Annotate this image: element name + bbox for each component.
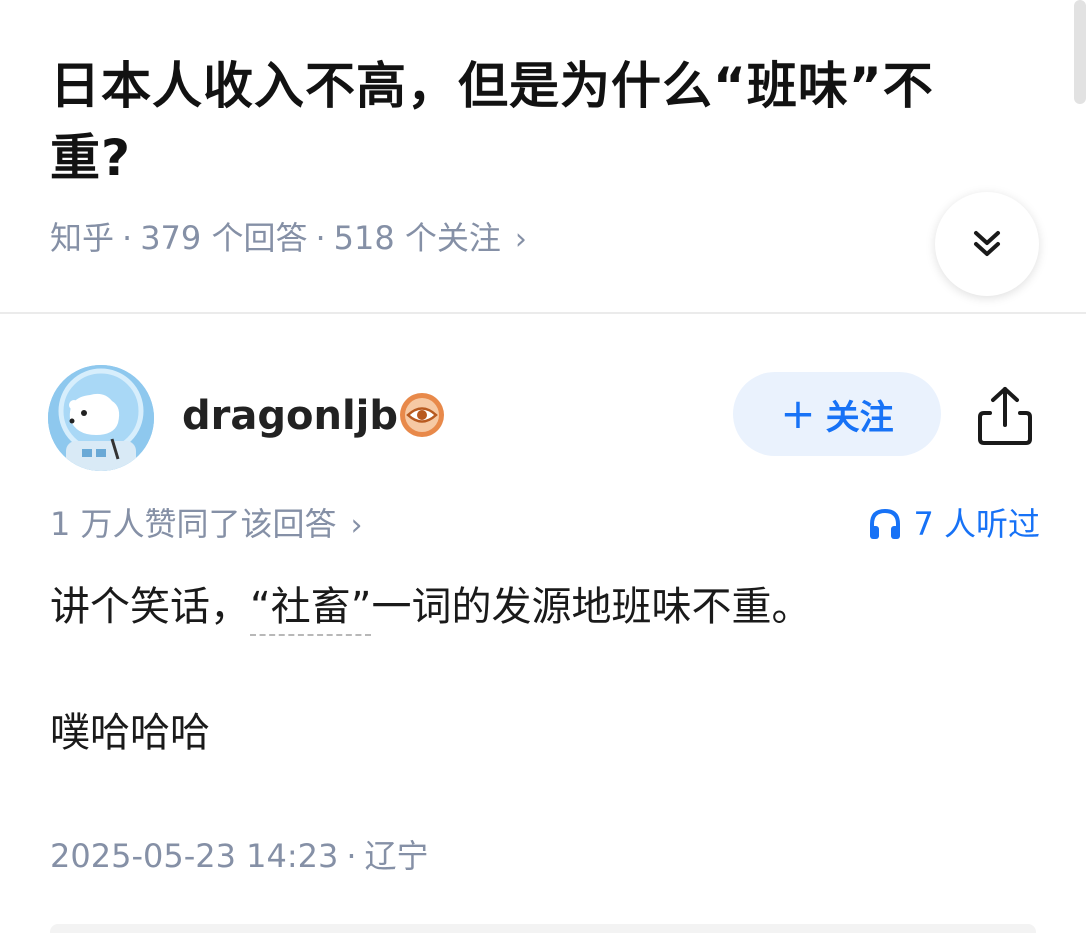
chevron-double-down-icon [974, 231, 1000, 256]
polar-bear-astronaut-avatar [48, 365, 154, 471]
avatar[interactable] [48, 365, 154, 471]
answer-meta: 2025-05-23 14:23 · 辽宁 [50, 831, 429, 881]
source-label: 知乎 [50, 219, 115, 257]
section-divider [0, 312, 1086, 314]
followers-count: 518 个关注 [333, 219, 501, 257]
chevron-right-icon: › [514, 222, 527, 257]
scrollbar[interactable] [1074, 0, 1086, 104]
question-title[interactable]: 日本人收入不高，但是为什么“班味”不重? [50, 50, 1010, 194]
meta-separator: · [346, 837, 357, 875]
follow-label: 关注 [825, 397, 894, 438]
meta-separator: · [315, 219, 326, 257]
likes-summary[interactable]: 1 万人赞同了该回答 › [50, 499, 363, 551]
answer-text: 一词的发源地班味不重。 [371, 584, 812, 630]
next-card-edge [50, 924, 1036, 933]
headphones-icon [870, 508, 901, 539]
keyword-link[interactable]: “社畜” [250, 584, 372, 636]
eye-badge-icon[interactable] [397, 390, 447, 440]
answer-paragraph: 讲个笑话，“社畜”一词的发源地班味不重。 [50, 578, 1050, 636]
answer-location: 辽宁 [364, 837, 429, 875]
answer-text: 讲个笑话， [50, 584, 250, 630]
question-meta[interactable]: 知乎 · 379 个回答 · 518 个关注 › [50, 213, 527, 265]
answer-datetime: 2025-05-23 14:23 [50, 837, 339, 875]
author-name[interactable]: dragonljb [182, 388, 398, 444]
likes-count: 1 万人赞同了该回答 [50, 505, 337, 543]
collapse-button[interactable] [935, 192, 1039, 296]
listens-count: 7 人听过 [913, 505, 1040, 543]
follow-button[interactable]: + 关注 [733, 372, 941, 456]
answer-page: 日本人收入不高，但是为什么“班味”不重? 知乎 · 379 个回答 · 518 个关注 ›… [0, 0, 1086, 933]
chevron-right-icon: › [350, 508, 363, 543]
plus-icon: + [780, 389, 816, 438]
meta-separator: · [122, 219, 133, 257]
share-icon [978, 387, 1032, 445]
answers-count: 379 个回答 [140, 219, 308, 257]
answer-paragraph: 噗哈哈哈 [50, 710, 210, 756]
share-button[interactable] [970, 381, 1040, 451]
listens-summary[interactable]: 7 人听过 [867, 499, 1040, 549]
eye-badge-graphic [400, 393, 444, 437]
